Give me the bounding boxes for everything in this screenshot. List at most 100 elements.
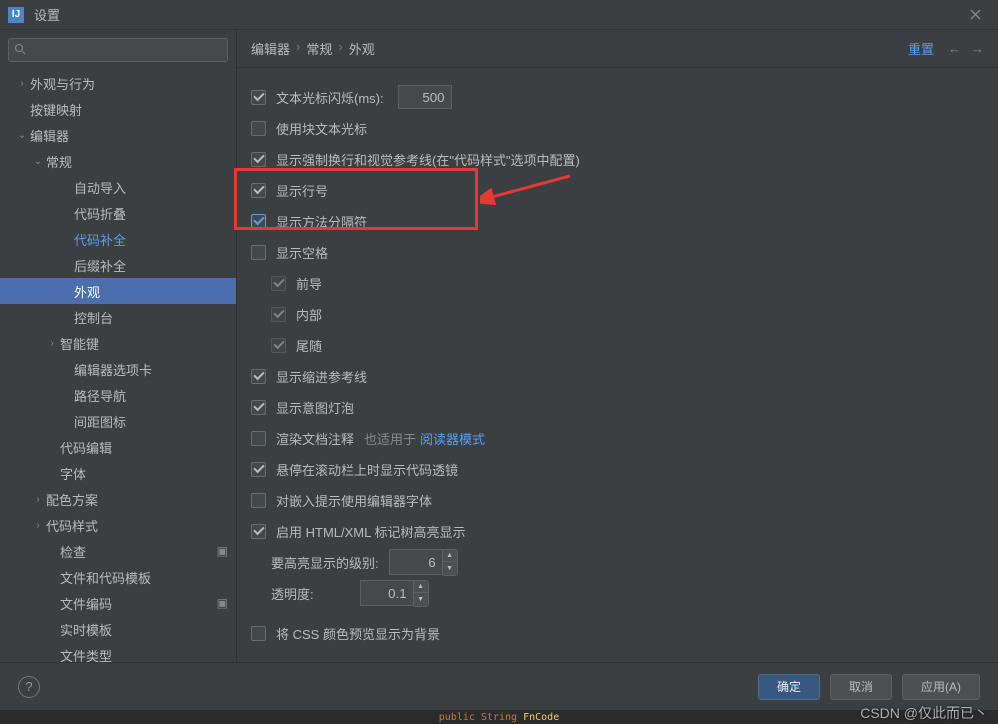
tree-item[interactable]: 字体 bbox=[0, 460, 236, 486]
ok-button[interactable]: 确定 bbox=[758, 674, 820, 700]
tree-item-label: 控制台 bbox=[74, 308, 228, 327]
tree-item[interactable]: 自动导入 bbox=[0, 174, 236, 200]
tree-item-label: 外观 bbox=[74, 282, 228, 301]
tree-item[interactable]: ⌄常规 bbox=[0, 148, 236, 174]
tree-item-label: 按键映射 bbox=[30, 100, 228, 119]
tree-item[interactable]: ›智能键 bbox=[0, 330, 236, 356]
content-panel: 编辑器 › 常规 › 外观 重置 ← → 文本光标闪烁(ms): 使用块文本光标 bbox=[237, 30, 998, 662]
transparency-spinner[interactable]: ▲▼ bbox=[360, 580, 429, 607]
tree-item-label: 间距图标 bbox=[74, 412, 228, 431]
search-box bbox=[8, 38, 228, 62]
breadcrumb: 编辑器 › 常规 › 外观 bbox=[251, 39, 908, 58]
tree-item-label: 代码补全 bbox=[74, 230, 228, 249]
tree-item-label: 文件类型 bbox=[60, 646, 228, 663]
chevron-icon: › bbox=[30, 494, 46, 505]
chevron-icon: ⌄ bbox=[14, 130, 30, 141]
cursor-blink-input[interactable] bbox=[398, 85, 452, 109]
tree-item[interactable]: 文件编码▣ bbox=[0, 590, 236, 616]
transparency-input[interactable] bbox=[360, 580, 414, 606]
breadcrumb-general[interactable]: 常规 bbox=[306, 39, 332, 58]
html-xml-highlight-label: 启用 HTML/XML 标记树高亮显示 bbox=[276, 522, 465, 541]
chevron-icon: ⌄ bbox=[30, 156, 46, 167]
ws-leading-label: 前导 bbox=[296, 274, 322, 293]
transparency-label: 透明度: bbox=[271, 584, 314, 603]
tree-item[interactable]: 代码补全 bbox=[0, 226, 236, 252]
html-xml-highlight-checkbox[interactable] bbox=[251, 524, 266, 539]
show-whitespace-checkbox[interactable] bbox=[251, 245, 266, 260]
nav-forward-button[interactable]: → bbox=[971, 41, 984, 56]
cursor-blink-checkbox[interactable] bbox=[251, 90, 266, 105]
reader-mode-prefix: 也适用于 bbox=[364, 429, 416, 448]
ws-inner-checkbox bbox=[271, 307, 286, 322]
block-cursor-checkbox[interactable] bbox=[251, 121, 266, 136]
show-whitespace-label: 显示空格 bbox=[276, 243, 328, 262]
chevron-icon: › bbox=[44, 338, 60, 349]
tree-item[interactable]: ⌄编辑器 bbox=[0, 122, 236, 148]
highlight-level-input[interactable] bbox=[389, 549, 443, 575]
settings-tree[interactable]: ›外观与行为按键映射⌄编辑器⌄常规自动导入代码折叠代码补全后缀补全外观控制台›智… bbox=[0, 70, 236, 662]
editor-strip: public String FnCode bbox=[0, 710, 998, 724]
tree-item-label: 后缀补全 bbox=[74, 256, 228, 275]
tree-item[interactable]: 控制台 bbox=[0, 304, 236, 330]
indent-guides-checkbox[interactable] bbox=[251, 369, 266, 384]
tree-item-label: 编辑器选项卡 bbox=[74, 360, 228, 379]
tree-item[interactable]: 外观 bbox=[0, 278, 236, 304]
breadcrumb-sep: › bbox=[296, 39, 300, 58]
cancel-button[interactable]: 取消 bbox=[830, 674, 892, 700]
tree-item[interactable]: 后缀补全 bbox=[0, 252, 236, 278]
chevron-icon: › bbox=[30, 520, 46, 531]
tree-item-label: 实时模板 bbox=[60, 620, 228, 639]
reader-mode-link[interactable]: 阅读器模式 bbox=[420, 429, 485, 448]
render-doc-checkbox[interactable] bbox=[251, 431, 266, 446]
tree-item[interactable]: ›代码样式 bbox=[0, 512, 236, 538]
tree-item-label: 文件编码 bbox=[60, 594, 217, 613]
content-header: 编辑器 › 常规 › 外观 重置 ← → bbox=[237, 30, 998, 68]
search-input[interactable] bbox=[8, 38, 228, 62]
tree-item-label: 智能键 bbox=[60, 334, 228, 353]
intention-bulb-checkbox[interactable] bbox=[251, 400, 266, 415]
tree-item[interactable]: 按键映射 bbox=[0, 96, 236, 122]
css-preview-bg-checkbox[interactable] bbox=[251, 626, 266, 641]
tree-item[interactable]: 间距图标 bbox=[0, 408, 236, 434]
tree-item-label: 配色方案 bbox=[46, 490, 228, 509]
tree-item[interactable]: ›外观与行为 bbox=[0, 70, 236, 96]
block-cursor-label: 使用块文本光标 bbox=[276, 119, 367, 138]
apply-button[interactable]: 应用(A) bbox=[902, 674, 980, 700]
tree-item[interactable]: 编辑器选项卡 bbox=[0, 356, 236, 382]
tree-item-label: 编辑器 bbox=[30, 126, 228, 145]
app-icon: IJ bbox=[8, 7, 24, 23]
tree-item[interactable]: 路径导航 bbox=[0, 382, 236, 408]
editor-font-hint-checkbox[interactable] bbox=[251, 493, 266, 508]
tree-item[interactable]: 文件和代码模板 bbox=[0, 564, 236, 590]
highlight-level-spinner[interactable]: ▲▼ bbox=[389, 549, 458, 576]
tree-item[interactable]: ›配色方案 bbox=[0, 486, 236, 512]
spin-down-icon[interactable]: ▼ bbox=[443, 562, 457, 575]
reset-link[interactable]: 重置 bbox=[908, 39, 934, 58]
spin-up-icon[interactable]: ▲ bbox=[443, 550, 457, 563]
tree-item[interactable]: 代码编辑 bbox=[0, 434, 236, 460]
close-button[interactable] bbox=[960, 0, 990, 30]
tree-item-label: 代码样式 bbox=[46, 516, 228, 535]
content-body: 文本光标闪烁(ms): 使用块文本光标 显示强制换行和视觉参考线(在"代码样式"… bbox=[237, 68, 998, 662]
spin-down-icon[interactable]: ▼ bbox=[414, 593, 428, 606]
line-numbers-checkbox[interactable] bbox=[251, 183, 266, 198]
sidebar: ›外观与行为按键映射⌄编辑器⌄常规自动导入代码折叠代码补全后缀补全外观控制台›智… bbox=[0, 30, 237, 662]
code-lens-checkbox[interactable] bbox=[251, 462, 266, 477]
spin-up-icon[interactable]: ▲ bbox=[414, 581, 428, 594]
tree-item-label: 检查 bbox=[60, 542, 217, 561]
hard-wrap-checkbox[interactable] bbox=[251, 152, 266, 167]
method-separators-checkbox[interactable] bbox=[251, 214, 266, 229]
tree-item[interactable]: 文件类型 bbox=[0, 642, 236, 662]
chevron-icon: › bbox=[14, 78, 30, 89]
tree-item[interactable]: 检查▣ bbox=[0, 538, 236, 564]
nav-back-button[interactable]: ← bbox=[948, 41, 961, 56]
tree-item[interactable]: 代码折叠 bbox=[0, 200, 236, 226]
footer: ? 确定 取消 应用(A) bbox=[0, 662, 998, 710]
css-preview-bg-label: 将 CSS 颜色预览显示为背景 bbox=[276, 624, 440, 643]
ws-leading-checkbox bbox=[271, 276, 286, 291]
help-button[interactable]: ? bbox=[18, 676, 40, 698]
indent-guides-label: 显示缩进参考线 bbox=[276, 367, 367, 386]
breadcrumb-editor[interactable]: 编辑器 bbox=[251, 39, 290, 58]
tree-item[interactable]: 实时模板 bbox=[0, 616, 236, 642]
search-icon bbox=[14, 43, 26, 58]
